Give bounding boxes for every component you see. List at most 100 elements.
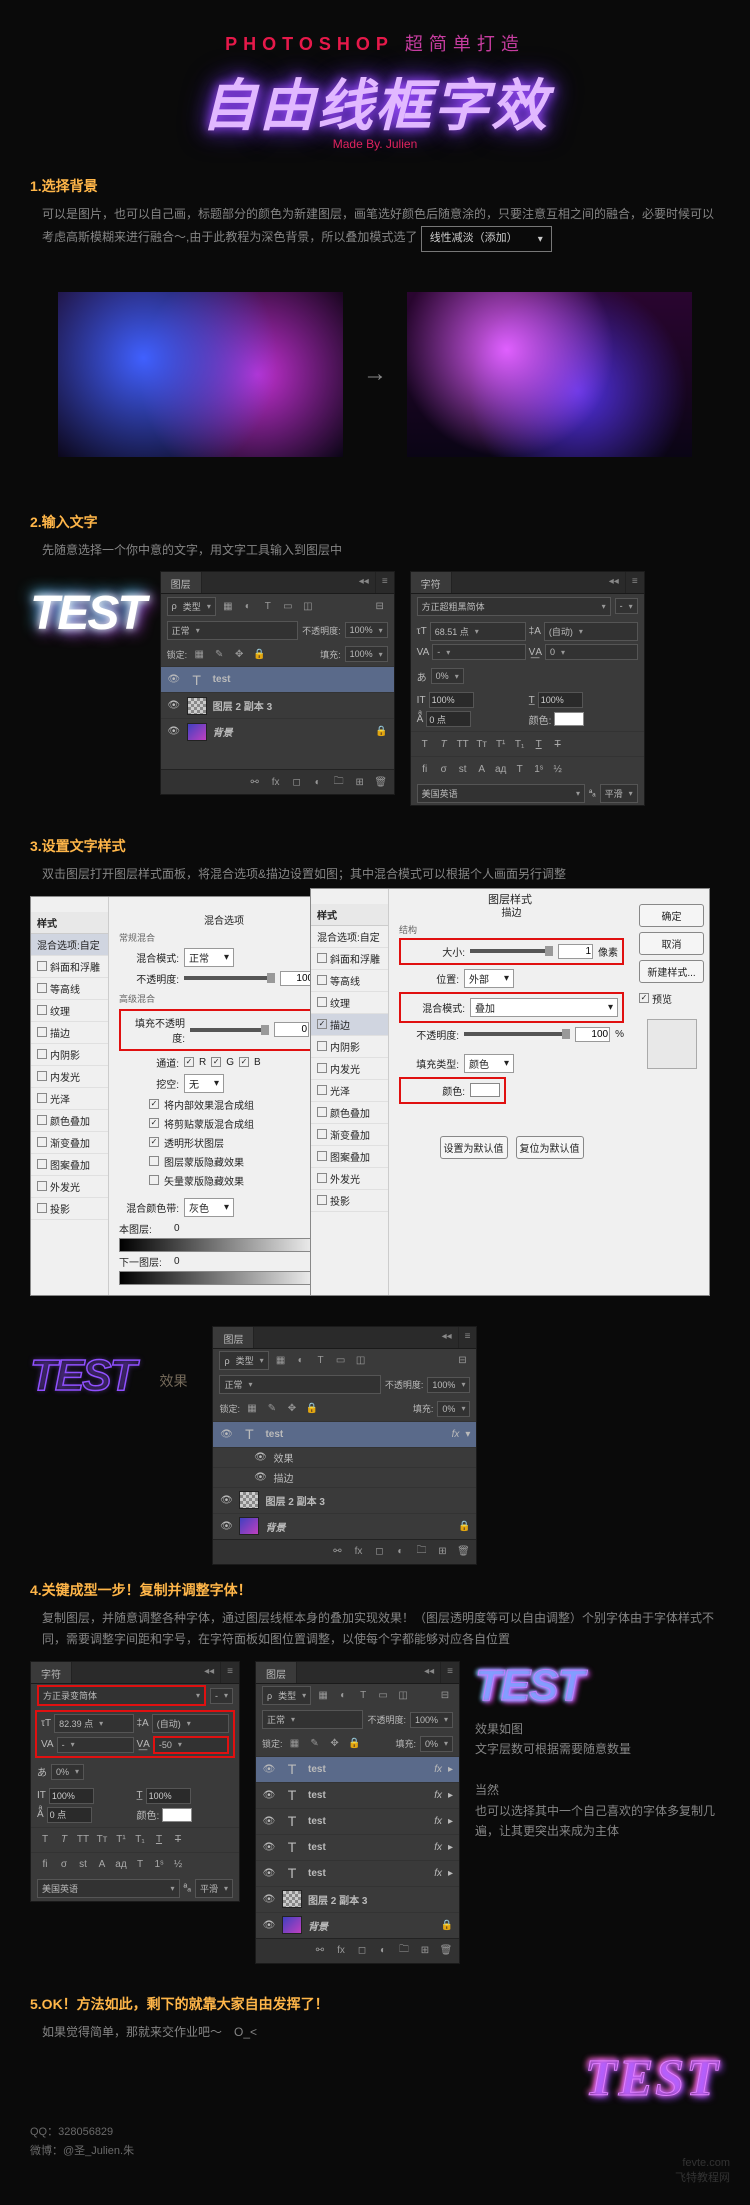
style-stroke[interactable]: 描边 bbox=[31, 1022, 108, 1044]
cancel-button[interactable]: 取消 bbox=[639, 932, 704, 955]
lang-select[interactable]: 美国英语▾ bbox=[417, 784, 585, 803]
style-texture[interactable]: 纹理 bbox=[31, 1000, 108, 1022]
opacity-select[interactable]: 100%▾ bbox=[345, 622, 388, 638]
style-stroke-sel[interactable]: 描边 bbox=[311, 1014, 388, 1036]
fill-opacity-highlight: 填充不透明度:% bbox=[119, 1009, 329, 1051]
section-5-title: 5.OK！方法如此，剩下的就靠大家自由发挥了！ bbox=[30, 1994, 720, 2014]
style-color-overlay[interactable]: 颜色叠加 bbox=[31, 1110, 108, 1132]
new-style-button[interactable]: 新建样式... bbox=[639, 960, 704, 983]
layer-test-fx[interactable]: 👁T test fx▾ bbox=[213, 1421, 476, 1447]
leading-field[interactable]: ‡A(自动)▾ bbox=[529, 622, 638, 641]
reset-default-button[interactable]: 复位为默认值 bbox=[516, 1136, 584, 1159]
hscale-field[interactable]: T̲ bbox=[529, 692, 638, 708]
chevron-down-icon[interactable]: ▾ bbox=[465, 1429, 470, 1440]
knockout-select[interactable]: 无▾ bbox=[184, 1074, 224, 1093]
fill-opacity-input[interactable] bbox=[274, 1022, 309, 1037]
this-layer-gradient[interactable] bbox=[119, 1238, 329, 1252]
layer-test[interactable]: 👁 T test bbox=[161, 666, 394, 692]
italic-icon[interactable]: T bbox=[436, 736, 452, 752]
lock-all-icon[interactable]: 🔒 bbox=[251, 646, 267, 662]
adjust-icon[interactable]: ◐ bbox=[309, 774, 327, 790]
style-contour[interactable]: 等高线 bbox=[31, 978, 108, 1000]
layers-tab[interactable]: 图层 bbox=[161, 572, 202, 593]
style-inner-shadow[interactable]: 内阴影 bbox=[31, 1044, 108, 1066]
aa-select[interactable]: 平滑▾ bbox=[600, 784, 638, 803]
style-select[interactable]: -▾ bbox=[615, 598, 638, 614]
pos-select[interactable]: 外部▾ bbox=[464, 969, 514, 988]
collapse-icon[interactable]: ◂◂ bbox=[603, 572, 625, 593]
layer-bg[interactable]: 👁 背景 🔒 bbox=[161, 718, 394, 744]
link-icon[interactable]: ⚯ bbox=[246, 774, 264, 790]
mode-select[interactable]: 正常▾ bbox=[184, 948, 234, 967]
collapse-icon[interactable]: ◂◂ bbox=[353, 572, 375, 593]
fill-select[interactable]: 100%▾ bbox=[345, 646, 388, 662]
new-icon[interactable]: ⊞ bbox=[351, 774, 369, 790]
filter-shape-icon[interactable]: ▭ bbox=[280, 598, 296, 614]
chk-b[interactable] bbox=[239, 1057, 249, 1067]
layer-copy[interactable]: 👁 图层 2 副本 3 bbox=[161, 692, 394, 718]
bold-icon[interactable]: T bbox=[417, 736, 433, 752]
character-panel: 字符 ◂◂ ≡ 方正超粗黑简体▾ -▾ τT68.51 点▾ ‡A(自动)▾ V… bbox=[410, 571, 645, 806]
chk-r[interactable] bbox=[184, 1057, 194, 1067]
eye-icon[interactable]: 👁 bbox=[167, 726, 181, 737]
blendif-select[interactable]: 灰色▾ bbox=[184, 1198, 234, 1217]
style-inner-glow[interactable]: 内发光 bbox=[31, 1066, 108, 1088]
filter-type-icon[interactable]: T bbox=[260, 598, 276, 614]
panel-menu-icon[interactable]: ≡ bbox=[625, 572, 644, 593]
filltype-select[interactable]: 颜色▾ bbox=[464, 1054, 514, 1073]
group-icon[interactable]: 🗀 bbox=[330, 774, 348, 790]
allcaps-icon[interactable]: TT bbox=[455, 736, 471, 752]
section-3-title: 3.设置文字样式 bbox=[30, 836, 720, 856]
font-size-field[interactable]: τT68.51 点▾ bbox=[417, 622, 526, 641]
ok-button[interactable]: 确定 bbox=[639, 904, 704, 927]
layer-filter-kind[interactable]: ρ类型▾ bbox=[167, 597, 216, 616]
lock-pos-icon[interactable]: ✥ bbox=[231, 646, 247, 662]
style-list: 样式 混合选项:自定 斜面和浮雕 等高线 纹理 描边 内阴影 内发光 光泽 颜色… bbox=[31, 897, 109, 1295]
style-bevel[interactable]: 斜面和浮雕 bbox=[31, 956, 108, 978]
style-drop-shadow[interactable]: 投影 bbox=[31, 1198, 108, 1220]
stroke-color-swatch[interactable] bbox=[470, 1083, 500, 1097]
style-gradient-overlay[interactable]: 渐变叠加 bbox=[31, 1132, 108, 1154]
trash-icon[interactable]: 🗑 bbox=[372, 774, 390, 790]
tsume-field[interactable]: 0%▾ bbox=[431, 668, 464, 684]
track-highlight[interactable]: V͟A-50▾ bbox=[137, 1736, 230, 1754]
eye-icon[interactable]: 👁 bbox=[167, 674, 181, 685]
filter-pixel-icon[interactable]: ▦ bbox=[220, 598, 236, 614]
chk-g[interactable] bbox=[211, 1057, 221, 1067]
set-default-button[interactable]: 设置为默认值 bbox=[440, 1136, 508, 1159]
kerning-field[interactable]: VA-▾ bbox=[417, 644, 526, 660]
tracking-field[interactable]: V͟A0▾ bbox=[529, 644, 638, 660]
size-highlight[interactable]: τT82.39 点▾ bbox=[41, 1714, 134, 1733]
opacity-slider[interactable] bbox=[184, 976, 275, 980]
panel-menu-icon[interactable]: ≡ bbox=[375, 572, 394, 593]
lock-pixel-icon[interactable]: ✎ bbox=[211, 646, 227, 662]
blend-mode-select[interactable]: 正常▾ bbox=[167, 621, 298, 640]
char-tab[interactable]: 字符 bbox=[411, 572, 452, 593]
underline-icon[interactable]: T bbox=[531, 736, 547, 752]
style-pattern-overlay[interactable]: 图案叠加 bbox=[31, 1154, 108, 1176]
blend-options[interactable]: 混合选项:自定 bbox=[31, 934, 108, 956]
lock-trans-icon[interactable]: ▦ bbox=[191, 646, 207, 662]
eye-icon[interactable]: 👁 bbox=[167, 700, 181, 711]
under-layer-gradient[interactable] bbox=[119, 1271, 329, 1285]
font-select[interactable]: 方正超粗黑简体▾ bbox=[417, 597, 611, 616]
preview-check[interactable] bbox=[639, 993, 649, 1003]
filter-smart-icon[interactable]: ◫ bbox=[300, 598, 316, 614]
mask-icon[interactable]: ◻ bbox=[288, 774, 306, 790]
fx-icon[interactable]: fx bbox=[267, 774, 285, 790]
style-satin[interactable]: 光泽 bbox=[31, 1088, 108, 1110]
filter-adjust-icon[interactable]: ◐ bbox=[240, 598, 256, 614]
strike-icon[interactable]: T bbox=[550, 736, 566, 752]
sub-icon[interactable]: T₁ bbox=[512, 736, 528, 752]
blend-mode-dropdown[interactable]: 线性减淡（添加）▾ bbox=[421, 226, 552, 252]
color-field[interactable]: 颜色: bbox=[529, 711, 638, 727]
baseline-field[interactable]: Aͣ bbox=[417, 711, 526, 727]
vscale-field[interactable]: IT bbox=[417, 692, 526, 708]
filter-toggle[interactable]: ⊟ bbox=[372, 598, 388, 614]
stroke-mode-select[interactable]: 叠加▾ bbox=[470, 998, 618, 1017]
smallcaps-icon[interactable]: Tᴛ bbox=[474, 736, 490, 752]
style-outer-glow[interactable]: 外发光 bbox=[31, 1176, 108, 1198]
font-select-highlight[interactable]: 方正录变简体▾ bbox=[37, 1685, 206, 1706]
size-slider[interactable] bbox=[470, 949, 553, 953]
super-icon[interactable]: T¹ bbox=[493, 736, 509, 752]
